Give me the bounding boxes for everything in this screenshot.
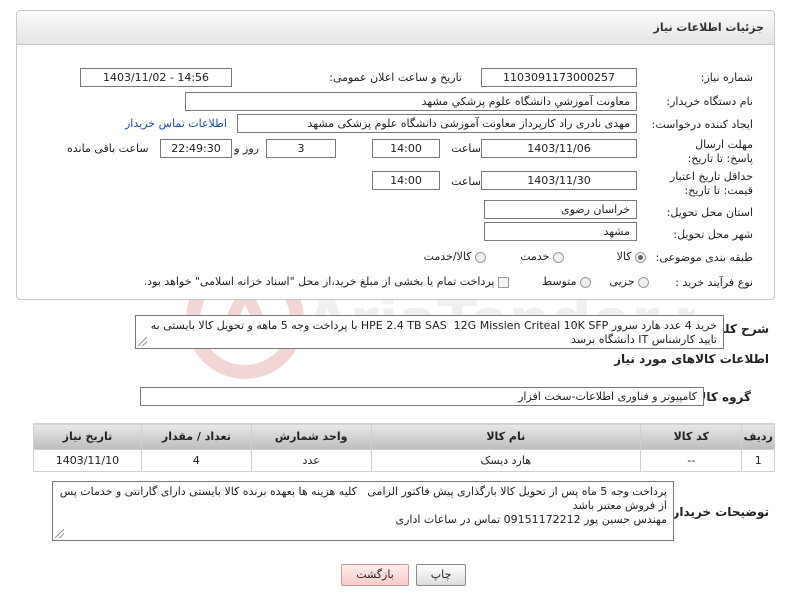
table-row[interactable]: 1 -- هارد دیسک عدد 4 1403/11/10 xyxy=(33,449,775,472)
treasury-payment-option[interactable]: پرداخت تمام یا بخشی از مبلغ خرید،از محل … xyxy=(144,275,509,288)
print-button[interactable]: چاپ xyxy=(416,564,466,586)
deadline-time-field[interactable]: 14:00 xyxy=(372,139,440,158)
checkbox-icon[interactable] xyxy=(498,276,509,288)
need-number-field[interactable]: 1103091173000257 xyxy=(481,68,637,87)
announce-datetime-field[interactable]: 1403/11/02 - 14:56 xyxy=(80,68,232,87)
col-row-number: ردیف xyxy=(741,423,775,450)
days-label: روز و xyxy=(234,142,259,155)
col-need-date: تاریخ نیاز xyxy=(33,423,142,450)
days-remaining-field[interactable]: 3 xyxy=(266,139,336,158)
panel-title: جزئیات اطلاعات نیاز xyxy=(17,11,774,45)
resize-grip-icon[interactable] xyxy=(138,337,147,346)
cell-quantity: 4 xyxy=(140,449,252,472)
radio-service-icon[interactable] xyxy=(553,251,564,263)
city-field[interactable]: مشهد xyxy=(484,222,637,241)
category-option-service[interactable]: خدمت xyxy=(520,250,564,263)
buyer-notes-label: توضیحات خریدار: xyxy=(667,505,769,519)
goods-info-title: اطلاعات کالاهای مورد نیاز xyxy=(614,352,769,366)
process-option-medium[interactable]: متوسط xyxy=(542,275,591,288)
announce-label: تاریخ و ساعت اعلان عمومی: xyxy=(329,71,462,84)
need-number-label: شماره نیاز: xyxy=(700,71,753,84)
validity-time-label: ساعت xyxy=(451,175,481,188)
goods-group-field[interactable]: کامپیوتر و فناوری اطلاعات-سخت افزار xyxy=(140,387,704,406)
col-goods-name: نام کالا xyxy=(370,423,642,450)
process-option-minor[interactable]: جزیی xyxy=(609,275,649,288)
back-button[interactable]: بازگشت xyxy=(341,564,409,586)
cell-goods-code: -- xyxy=(640,449,743,472)
buyer-org-field[interactable]: معاونت آموزشي دانشگاه علوم پزشكي مشهد xyxy=(185,92,637,111)
radio-medium-icon[interactable] xyxy=(580,276,591,288)
deadline-label: مهلت ارسال پاسخ: تا تاریخ: xyxy=(687,138,753,165)
requester-field[interactable]: مهدی نادری راد کارپرداز معاونت آموزشی دا… xyxy=(237,114,637,133)
deadline-time-label: ساعت xyxy=(451,142,481,155)
requester-label: ایجاد کننده درخواست: xyxy=(651,118,753,131)
resize-grip-icon[interactable] xyxy=(55,529,64,538)
validity-date-field[interactable]: 1403/11/30 xyxy=(481,171,637,190)
province-label: استان محل تحویل: xyxy=(666,206,753,219)
category-option-goods[interactable]: کالا xyxy=(617,250,646,263)
table-header-row: ردیف کد کالا نام کالا واحد شمارش تعداد /… xyxy=(33,423,775,450)
validity-time-field[interactable]: 14:00 xyxy=(372,171,440,190)
buyer-notes-textarea[interactable]: پرداخت وجه 5 ماه پس از تحویل کالا بارگذا… xyxy=(52,481,674,541)
city-label: شهر محل تحویل: xyxy=(673,228,753,241)
province-field[interactable]: خراسان رضوی xyxy=(484,200,637,219)
process-label: نوع فرآیند خرید : xyxy=(675,276,753,289)
buyer-org-label: نام دستگاه خریدار: xyxy=(666,95,753,108)
cell-goods-name: هارد دیسک xyxy=(370,449,642,472)
radio-minor-icon[interactable] xyxy=(638,276,649,288)
goods-table: ردیف کد کالا نام کالا واحد شمارش تعداد /… xyxy=(33,423,775,472)
col-unit: واحد شمارش xyxy=(250,423,372,450)
time-remaining-field[interactable]: 22:49:30 xyxy=(160,139,232,158)
radio-goods-icon[interactable] xyxy=(635,251,646,263)
category-option-goods-service[interactable]: کالا/خدمت xyxy=(424,250,486,263)
remaining-label: ساعت باقی مانده xyxy=(67,142,149,155)
radio-goods-service-icon[interactable] xyxy=(475,251,486,263)
cell-unit: عدد xyxy=(250,449,372,472)
col-quantity: تعداد / مقدار xyxy=(140,423,252,450)
col-goods-code: کد کالا xyxy=(640,423,743,450)
summary-textarea[interactable]: خرید 4 عدد هارد سرور HPE 2.4 TB SAS 12G … xyxy=(135,315,724,349)
category-label: طبقه بندی موضوعی: xyxy=(655,251,753,264)
cell-need-date: 1403/11/10 xyxy=(33,449,142,472)
buyer-contact-link[interactable]: اطلاعات تماس خریدار xyxy=(125,117,227,130)
cell-row-number: 1 xyxy=(741,449,775,472)
price-validity-label: حداقل تاریخ اعتبار قیمت: تا تاریخ: xyxy=(669,170,753,197)
deadline-date-field[interactable]: 1403/11/06 xyxy=(481,139,637,158)
